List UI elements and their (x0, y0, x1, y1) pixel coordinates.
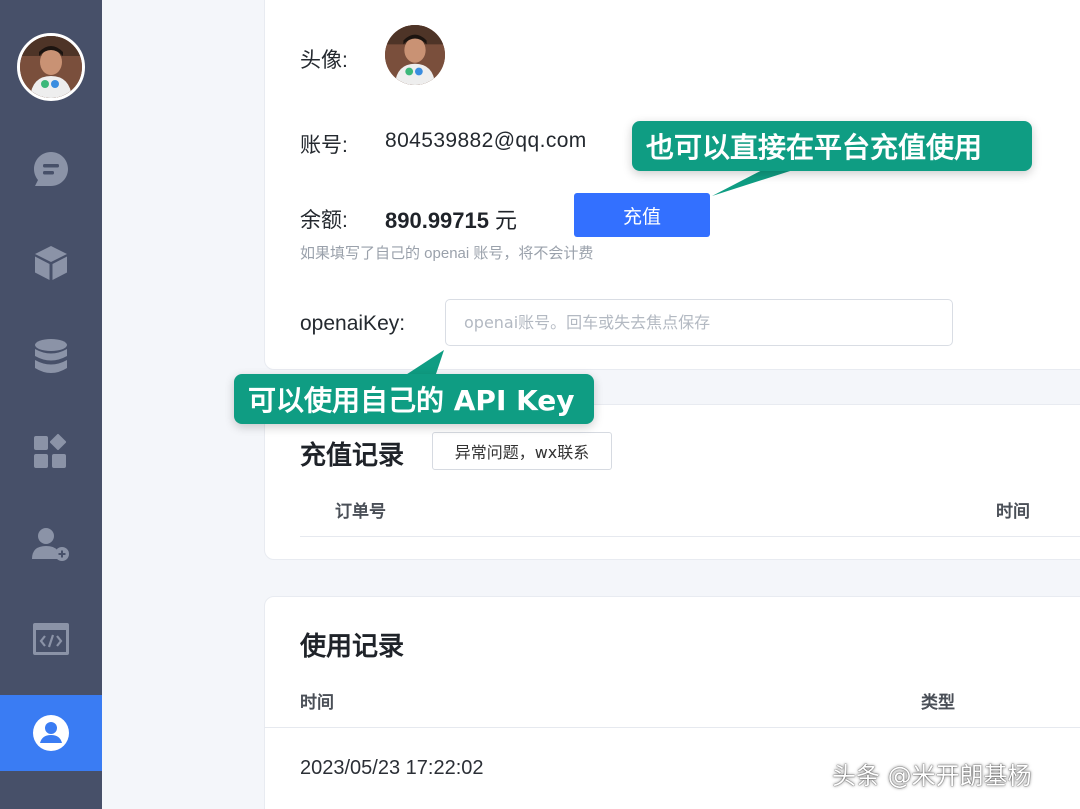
nav-user-add[interactable] (0, 507, 102, 583)
database-icon (35, 339, 67, 373)
apps-icon (34, 433, 67, 468)
sidebar-avatar[interactable] (17, 33, 85, 101)
openai-key-label: openaiKey: (300, 312, 406, 335)
billing-hint: 如果填写了自己的 openai 账号，将不会计费 (300, 245, 594, 262)
recharge-records-title: 充值记录 (300, 440, 405, 470)
user-add-icon (32, 528, 69, 561)
avatar-image-icon (385, 25, 445, 85)
cube-icon (35, 246, 67, 280)
user-icon (33, 715, 69, 751)
nav-model[interactable] (0, 225, 102, 301)
table-divider (300, 536, 1080, 537)
nav-account[interactable] (0, 695, 102, 771)
column-time: 时间 (996, 502, 1030, 521)
nav-database[interactable] (0, 319, 102, 395)
watermark: 头条 @米开朗基杨 (832, 762, 1032, 790)
column-order-number: 订单号 (335, 502, 386, 521)
nav-code[interactable] (0, 601, 102, 677)
column-time: 时间 (300, 693, 334, 712)
chat-icon (34, 152, 68, 186)
callout-api-key: 可以使用自己的 API Key (234, 374, 594, 424)
profile-avatar[interactable] (385, 25, 445, 85)
avatar-label: 头像: (300, 49, 348, 72)
callout-recharge: 也可以直接在平台充值使用 (632, 121, 1032, 171)
balance-unit: 元 (495, 208, 518, 233)
account-label: 账号: (300, 134, 348, 157)
balance-value: 890.99715 (385, 208, 489, 233)
usage-row-time: 2023/05/23 17:22:02 (300, 757, 484, 779)
sidebar (0, 0, 102, 809)
contact-support-button[interactable]: 异常问题，wx联系 (432, 432, 612, 470)
code-icon (33, 623, 69, 655)
balance-amount: 890.99715 元 (385, 203, 517, 235)
column-type: 类型 (921, 693, 955, 712)
usage-records-title: 使用记录 (300, 631, 405, 661)
account-value: 804539882@qq.com (385, 129, 587, 152)
openai-key-input[interactable] (445, 299, 953, 346)
nav-apps[interactable] (0, 413, 102, 489)
recharge-button[interactable]: 充值 (574, 193, 710, 237)
nav-chat[interactable] (0, 131, 102, 207)
balance-label: 余额: (300, 209, 348, 232)
table-divider (264, 727, 1080, 728)
avatar-image-icon (20, 36, 82, 98)
